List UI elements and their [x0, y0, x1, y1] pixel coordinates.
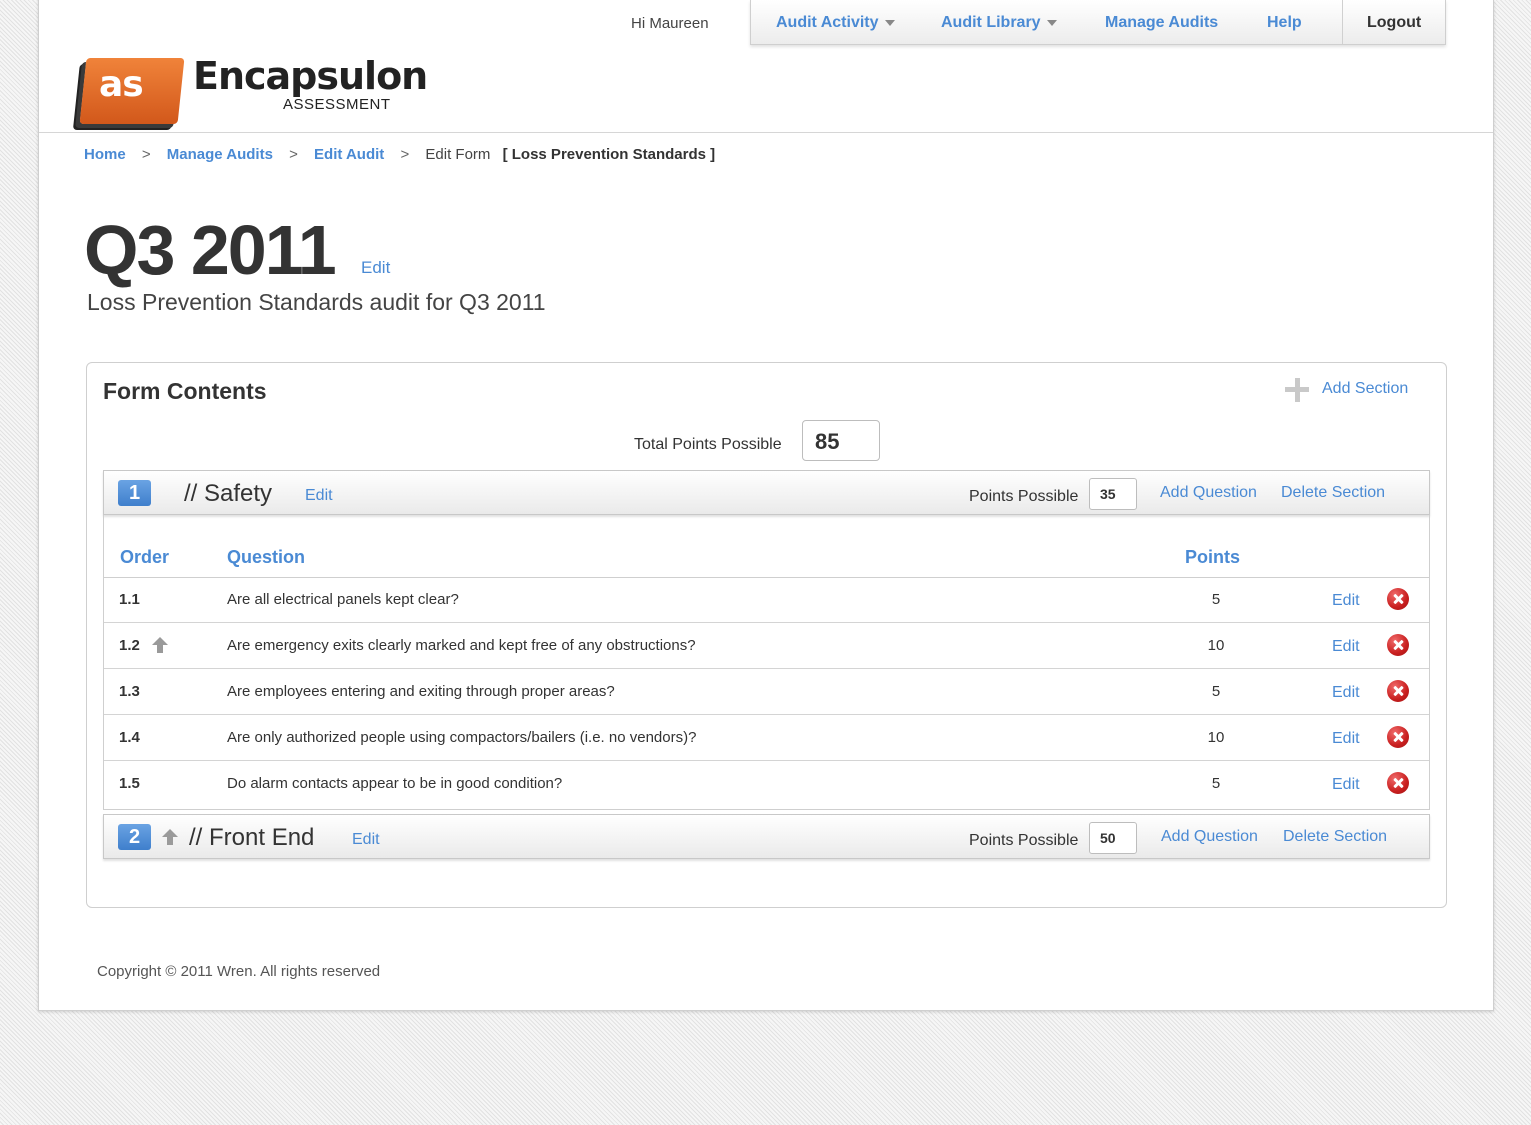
question-text: Are emergency exits clearly marked and k… [227, 637, 696, 654]
delete-icon[interactable] [1387, 680, 1409, 702]
logo-subtitle: ASSESSMENT [283, 96, 391, 113]
section-header: 2 // Front End Edit Points Possible 50 A… [103, 814, 1430, 859]
question-edit-link[interactable]: Edit [1332, 730, 1360, 748]
table-row: 1.1 Are all electrical panels kept clear… [104, 577, 1429, 623]
question-text: Are all electrical panels kept clear? [227, 591, 459, 608]
question-order: 1.5 [119, 775, 140, 792]
delete-section-link[interactable]: Delete Section [1283, 828, 1387, 846]
table-row: 1.4 Are only authorized people using com… [104, 715, 1429, 761]
question-order: 1.3 [119, 683, 140, 700]
edit-title-link[interactable]: Edit [361, 258, 390, 278]
nav-audit-library[interactable]: Audit Library [941, 14, 1057, 32]
main-nav: Audit Activity Audit Library Manage Audi… [750, 0, 1446, 45]
nav-audit-activity[interactable]: Audit Activity [776, 14, 895, 32]
table-row: 1.5 Do alarm contacts appear to be in go… [104, 761, 1429, 807]
question-text: Do alarm contacts appear to be in good c… [227, 775, 563, 792]
section-header: 1 // Safety Edit Points Possible 35 Add … [103, 470, 1430, 515]
question-points: 10 [1207, 637, 1225, 654]
page-subtitle: Loss Prevention Standards audit for Q3 2… [87, 289, 546, 315]
points-possible-label: Points Possible [969, 832, 1079, 849]
nav-manage-audits[interactable]: Manage Audits [1105, 14, 1218, 32]
table-row: 1.2 Are emergency exits clearly marked a… [104, 623, 1429, 669]
points-possible-field[interactable]: 35 [1089, 478, 1137, 510]
section-number-badge: 2 [118, 824, 151, 850]
plus-icon [1285, 378, 1309, 402]
question-edit-link[interactable]: Edit [1332, 638, 1360, 656]
column-question[interactable]: Question [227, 547, 305, 568]
add-question-link[interactable]: Add Question [1160, 484, 1257, 502]
question-edit-link[interactable]: Edit [1332, 592, 1360, 610]
column-points[interactable]: Points [1185, 547, 1240, 568]
question-points: 5 [1211, 591, 1221, 608]
question-edit-link[interactable]: Edit [1332, 684, 1360, 702]
logo[interactable]: as Encapsulon ASSESSMENT [79, 52, 428, 128]
section-edit-link[interactable]: Edit [352, 831, 380, 849]
nav-audit-library-label: Audit Library [941, 14, 1041, 31]
nav-help[interactable]: Help [1267, 14, 1302, 32]
question-points: 10 [1207, 729, 1225, 746]
delete-section-link[interactable]: Delete Section [1281, 484, 1385, 502]
add-section-label: Add Section [1322, 380, 1409, 397]
total-points-label: Total Points Possible [634, 436, 782, 453]
table-header: Order Question Points [104, 515, 1429, 578]
nav-audit-activity-label: Audit Activity [776, 14, 879, 31]
breadcrumb-manage-audits[interactable]: Manage Audits [167, 146, 273, 163]
header: as Encapsulon ASSESSMENT Hi Maureen Audi… [39, 0, 1493, 133]
question-order: 1.4 [119, 729, 140, 746]
delete-icon[interactable] [1387, 772, 1409, 794]
total-points-field[interactable]: 85 [802, 420, 880, 461]
breadcrumb-edit-audit[interactable]: Edit Audit [314, 146, 384, 163]
logout-button[interactable]: Logout [1367, 14, 1421, 32]
question-order: 1.2 [119, 637, 140, 654]
points-possible-field[interactable]: 50 [1089, 822, 1137, 854]
user-greeting: Hi Maureen [631, 15, 709, 32]
delete-icon[interactable] [1387, 634, 1409, 656]
breadcrumb-separator: > [400, 146, 410, 163]
section-number-badge: 1 [118, 480, 151, 506]
breadcrumb-current: Edit Form [425, 146, 491, 163]
logo-name: Encapsulon [193, 54, 428, 98]
logo-badge-text: as [99, 64, 144, 105]
move-up-icon[interactable] [151, 637, 169, 653]
delete-icon[interactable] [1387, 726, 1409, 748]
page-title: Q3 2011 [84, 211, 337, 289]
question-edit-link[interactable]: Edit [1332, 776, 1360, 794]
breadcrumb-home[interactable]: Home [84, 146, 126, 163]
questions-table: Order Question Points 1.1 Are all electr… [103, 515, 1430, 810]
points-possible-label: Points Possible [969, 488, 1079, 505]
nav-divider [1342, 0, 1343, 44]
table-row: 1.3 Are employees entering and exiting t… [104, 669, 1429, 715]
footer-copyright: Copyright © 2011 Wren. All rights reserv… [97, 963, 381, 980]
section-name: // Safety [184, 480, 273, 507]
delete-icon[interactable] [1387, 588, 1409, 610]
breadcrumb-form-name: [ Loss Prevention Standards ] [502, 146, 716, 163]
question-text: Are only authorized people using compact… [227, 729, 697, 746]
panel-title: Form Contents [103, 378, 267, 404]
question-text: Are employees entering and exiting throu… [227, 683, 615, 700]
caret-down-icon [1046, 19, 1057, 26]
caret-down-icon [884, 19, 895, 26]
breadcrumb-separator: > [141, 146, 151, 163]
move-up-icon[interactable] [161, 829, 179, 845]
question-points: 5 [1211, 683, 1221, 700]
section-edit-link[interactable]: Edit [305, 487, 333, 505]
column-order[interactable]: Order [120, 547, 169, 568]
breadcrumb-separator: > [289, 146, 298, 163]
question-points: 5 [1211, 775, 1221, 792]
section-name: // Front End [189, 824, 315, 851]
question-order: 1.1 [119, 591, 140, 608]
add-question-link[interactable]: Add Question [1161, 828, 1258, 846]
breadcrumb: Home > Manage Audits > Edit Audit > Edit… [84, 146, 715, 163]
form-contents-panel: Form Contents Add Section Total Points P… [86, 362, 1447, 908]
page-container: as Encapsulon ASSESSMENT Hi Maureen Audi… [38, 0, 1494, 1011]
